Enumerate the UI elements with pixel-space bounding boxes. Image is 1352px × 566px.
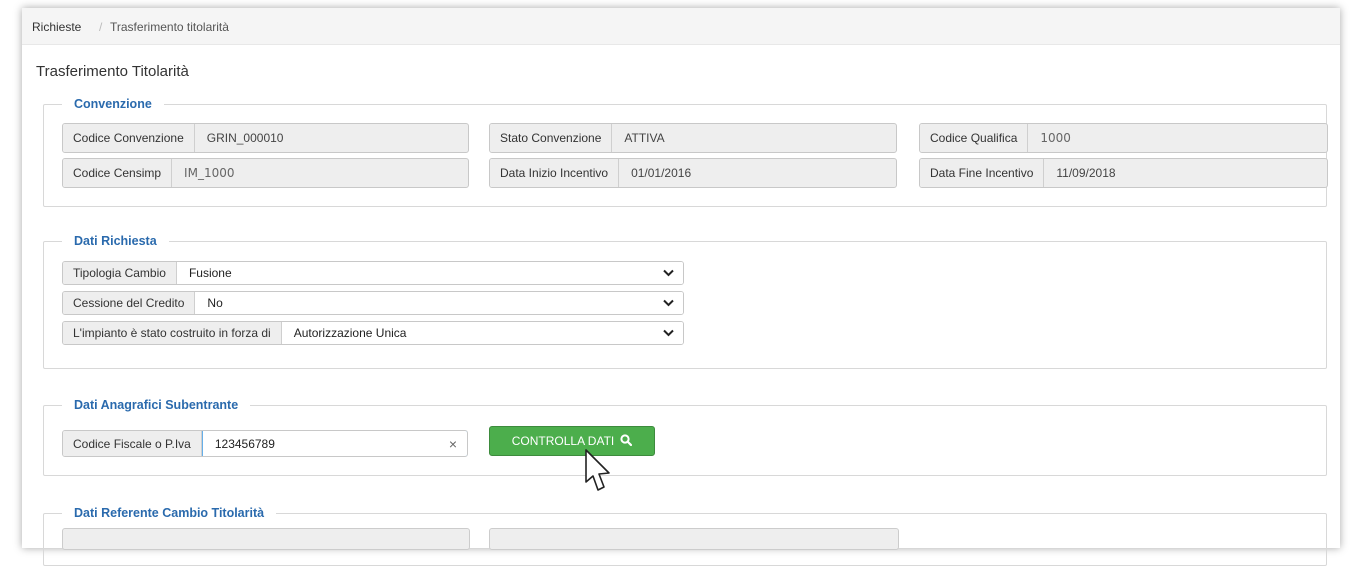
mouse-cursor-icon	[582, 448, 614, 501]
select-value[interactable]: Autorizzazione Unica	[281, 322, 653, 344]
breadcrumb: Richieste / Trasferimento titolarità	[22, 8, 1340, 45]
referente-field-right	[489, 528, 899, 550]
dati-referente-legend: Dati Referente Cambio Titolarità	[74, 506, 265, 520]
data-inizio-incentivo-field: Data Inizio Incentivo 01/01/2016	[489, 158, 897, 188]
field-label: Stato Convenzione	[490, 124, 613, 152]
breadcrumb-item-current: Trasferimento titolarità	[110, 20, 229, 34]
dati-richiesta-legend: Dati Richiesta	[74, 234, 157, 248]
button-label: CONTROLLA DATI	[511, 434, 615, 448]
stato-convenzione-field: Stato Convenzione ATTIVA	[489, 123, 897, 153]
field-label: Data Fine Incentivo	[920, 159, 1045, 187]
data-fine-incentivo-field: Data Fine Incentivo 11/09/2018	[919, 158, 1328, 188]
select-label: L'impianto è stato costruito in forza di	[63, 322, 282, 344]
breadcrumb-separator: /	[99, 20, 103, 34]
codice-fiscale-input[interactable]: 123456789	[201, 431, 440, 456]
field-value: 1000	[1040, 131, 1071, 145]
field-value: 01/01/2016	[631, 166, 692, 180]
select-label: Tipologia Cambio	[63, 262, 177, 284]
app-frame: Richieste / Trasferimento titolarità Tra…	[22, 8, 1340, 566]
field-label: Codice Censimp	[63, 159, 173, 187]
search-icon	[620, 433, 633, 449]
chevron-down-icon[interactable]	[653, 322, 683, 344]
field-label: Codice Convenzione	[63, 124, 195, 152]
select-label: Cessione del Credito	[63, 292, 196, 314]
codice-convenzione-field: Codice Convenzione GRIN_000010	[62, 123, 469, 153]
clear-icon[interactable]: ×	[439, 431, 467, 456]
field-value: ATTIVA	[624, 131, 665, 145]
codice-qualifica-field: Codice Qualifica 1000	[919, 123, 1328, 153]
field-label: Codice Qualifica	[920, 124, 1029, 152]
breadcrumb-item-richieste[interactable]: Richieste	[32, 20, 81, 34]
field-value: GRIN_000010	[206, 131, 284, 145]
select-value[interactable]: Fusione	[176, 262, 653, 284]
select-value[interactable]: No	[195, 292, 653, 314]
field-label: Data Inizio Incentivo	[490, 159, 620, 187]
referente-field-left	[62, 528, 470, 550]
cessione-credito-select[interactable]: Cessione del Credito No	[62, 291, 684, 315]
input-label: Codice Fiscale o P.Iva	[63, 431, 202, 456]
field-value: IM_1000	[184, 166, 235, 180]
chevron-down-icon[interactable]	[653, 292, 683, 314]
convenzione-legend: Convenzione	[74, 97, 152, 111]
codice-censimp-field: Codice Censimp IM_1000	[62, 158, 469, 188]
controlla-dati-button[interactable]: CONTROLLA DATI	[489, 426, 655, 456]
field-value: 11/09/2018	[1056, 166, 1116, 180]
codice-fiscale-input-group: Codice Fiscale o P.Iva 123456789 ×	[62, 430, 468, 457]
dati-anagrafici-legend: Dati Anagrafici Subentrante	[74, 398, 239, 412]
page-title: Trasferimento Titolarità	[36, 63, 189, 80]
tipologia-cambio-select[interactable]: Tipologia Cambio Fusione	[62, 261, 684, 285]
impianto-costruito-select[interactable]: L'impianto è stato costruito in forza di…	[62, 321, 684, 345]
chevron-down-icon[interactable]	[653, 262, 683, 284]
